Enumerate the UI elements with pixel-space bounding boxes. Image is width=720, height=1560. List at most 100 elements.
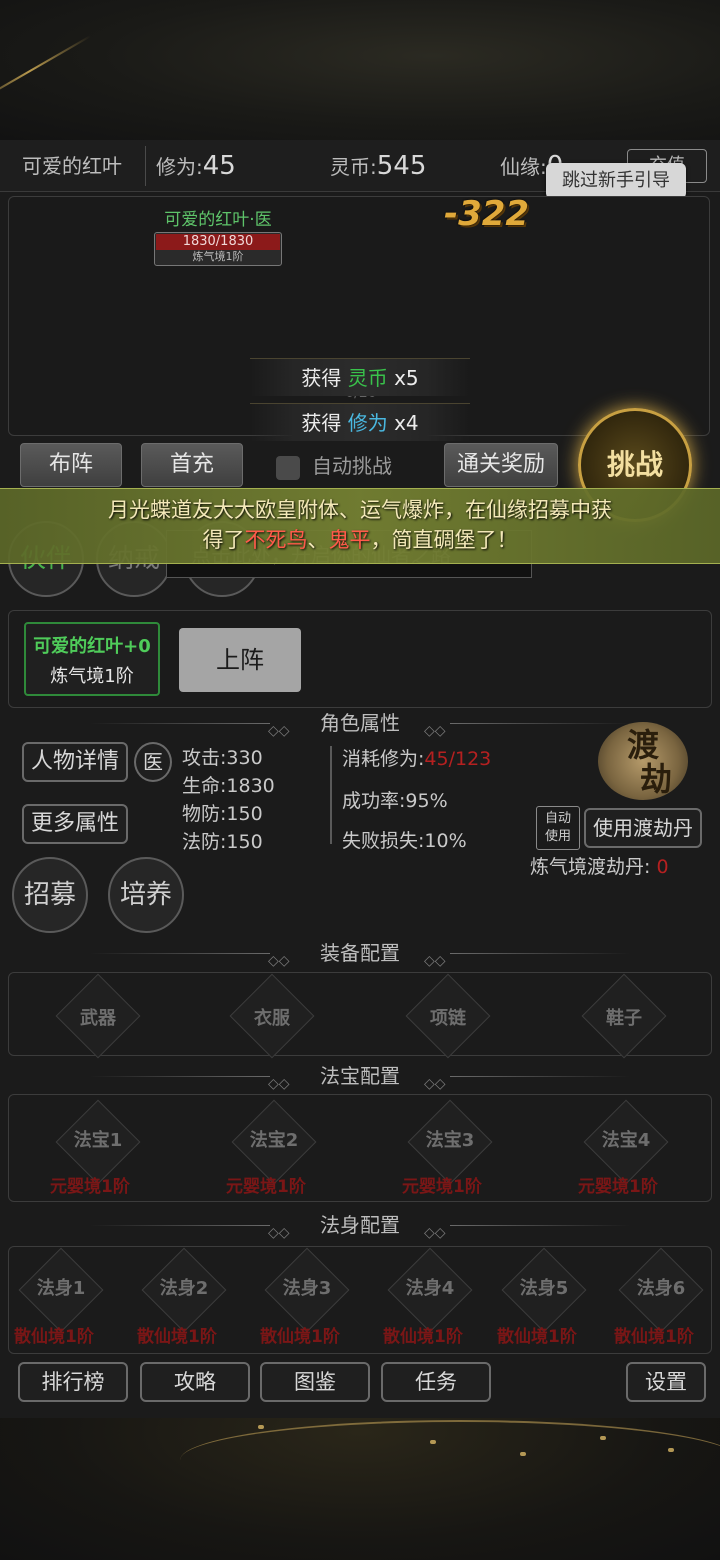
ranking-button[interactable]: 排行榜 (18, 1362, 128, 1402)
stat-mdef: 法防:150 (182, 831, 263, 853)
diamond-icon: ◇◇ (424, 723, 446, 739)
tribulation-button[interactable]: 渡 劫 (598, 722, 688, 800)
slot-requirement: 元婴境1阶 (226, 1177, 306, 1197)
avatar-body-slot[interactable]: 法身4 散仙境1阶 (383, 1247, 477, 1347)
slot-label: 法宝2 (249, 1130, 299, 1151)
avatar-body-slot[interactable]: 法身2 散仙境1阶 (137, 1247, 231, 1347)
auto-use-label: 使用 (544, 829, 571, 844)
slot-label: 法宝3 (425, 1130, 475, 1151)
stat-hp: 生命:1830 (182, 775, 275, 797)
slot-requirement: 散仙境1阶 (260, 1327, 340, 1347)
treasure-slot[interactable]: 法宝4 元婴境1阶 (578, 1099, 674, 1197)
gold-fleck (520, 1452, 526, 1456)
header-line (450, 723, 630, 724)
character-detail-button[interactable]: 人物详情 (22, 742, 128, 782)
hero-card: 可爱的红叶·医 1830/1830 炼气境1阶 (154, 208, 282, 266)
slot-label: 项链 (430, 1008, 466, 1029)
broadcast-line-1: 月光蝶道友大大欧皇附体、运气爆炸，在仙缘招募中获 (108, 498, 612, 522)
tribulation-char: 劫 (639, 760, 672, 798)
first-recharge-button[interactable]: 首充 (141, 443, 243, 487)
reward-item: 灵币 (347, 366, 388, 390)
reward-popup-coin: 获得 灵币 x5 (250, 358, 470, 396)
header-line (90, 723, 270, 724)
slot-label: 法身4 (405, 1278, 455, 1299)
gold-fleck (600, 1436, 606, 1440)
slot-label: 法身3 (282, 1278, 332, 1299)
tasks-button[interactable]: 任务 (381, 1362, 491, 1402)
hero-status-box: 1830/1830 炼气境1阶 (154, 232, 282, 266)
avatar-body-slot[interactable]: 法身1 散仙境1阶 (14, 1247, 108, 1347)
broadcast-text: ，简直碉堡了！ (370, 528, 518, 552)
equipment-slot-clothes[interactable]: 衣服 (229, 973, 315, 1059)
reward-qty: x5 (394, 366, 419, 390)
spirit-coin-stat: 灵币:545 (330, 140, 426, 192)
attributes-title: 角色属性 (320, 711, 400, 735)
companion-realm: 炼气境1阶 (50, 666, 134, 687)
pill-count: 炼气境渡劫丹: 0 (530, 852, 669, 879)
divider (145, 146, 146, 186)
stat-cost: 消耗修为:45/123 (342, 744, 491, 771)
diamond-icon: ◇◇ (268, 1225, 290, 1241)
equipment-slot-necklace[interactable]: 项链 (405, 973, 491, 1059)
slot-label: 法身6 (636, 1278, 686, 1299)
slot-requirement: 元婴境1阶 (402, 1177, 482, 1197)
reward-item: 修为 (347, 411, 388, 435)
slot-requirement: 元婴境1阶 (578, 1177, 658, 1197)
treasure-slot[interactable]: 法宝1 元婴境1阶 (50, 1099, 146, 1197)
slot-label: 法宝4 (601, 1130, 651, 1151)
auto-challenge-toggle[interactable]: 自动挑战 (276, 448, 392, 484)
companion-name: 可爱的红叶+0 (33, 636, 151, 657)
avatar-body-slot[interactable]: 法身5 散仙境1阶 (497, 1247, 591, 1347)
cultivation-value: 45 (202, 151, 236, 181)
equipment-header: ◇◇ 装备配置 ◇◇ (0, 938, 720, 969)
class-badge: 医 (134, 742, 172, 782)
reward-qty: x4 (394, 411, 419, 435)
slot-label: 鞋子 (606, 1008, 642, 1029)
equipment-slot-shoes[interactable]: 鞋子 (581, 973, 667, 1059)
spirit-coin-value: 545 (376, 151, 427, 181)
reward-prefix: 获得 (301, 366, 342, 390)
hero-hp-bar: 1830/1830 (156, 234, 280, 250)
companion-card[interactable]: 可爱的红叶+0 炼气境1阶 (24, 622, 160, 696)
avatar-body-title: 法身配置 (320, 1213, 400, 1237)
slot-requirement: 散仙境1阶 (137, 1327, 217, 1347)
more-attributes-button[interactable]: 更多属性 (22, 804, 128, 844)
guide-button[interactable]: 攻略 (140, 1362, 250, 1402)
header-line (450, 1076, 630, 1077)
codex-button[interactable]: 图鉴 (260, 1362, 370, 1402)
avatar-body-slot[interactable]: 法身6 散仙境1阶 (614, 1247, 708, 1347)
pill-count-value: 0 (656, 856, 669, 878)
broadcast-banner: 月光蝶道友大大欧皇附体、运气爆炸，在仙缘招募中获 得了不死鸟、鬼平，简直碉堡了！ (0, 488, 720, 564)
treasure-slot[interactable]: 法宝2 元婴境1阶 (226, 1099, 322, 1197)
gold-arc-decoration (180, 1420, 720, 1500)
use-pill-button[interactable]: 使用渡劫丹 (584, 808, 702, 848)
skip-guide-button[interactable]: 跳过新手引导 (546, 163, 686, 199)
recruit-button[interactable]: 招募 (12, 857, 88, 933)
pill-label: 炼气境渡劫丹: (530, 856, 651, 878)
avatar-body-slot[interactable]: 法身3 散仙境1阶 (260, 1247, 354, 1347)
slot-requirement: 散仙境1阶 (497, 1327, 577, 1347)
slot-requirement: 散仙境1阶 (383, 1327, 463, 1347)
equipment-slot-weapon[interactable]: 武器 (55, 973, 141, 1059)
diamond-icon: ◇◇ (268, 723, 290, 739)
header-line (450, 953, 630, 954)
formation-button[interactable]: 布阵 (20, 443, 122, 487)
gold-fleck (668, 1448, 674, 1452)
treasure-slot[interactable]: 法宝3 元婴境1阶 (402, 1099, 498, 1197)
broadcast-item: 鬼平 (328, 528, 371, 552)
auto-use-label: 自动 (544, 811, 571, 826)
broadcast-text: 、 (307, 528, 329, 552)
auto-use-toggle[interactable]: 自动 使用 (536, 806, 580, 850)
settings-button[interactable]: 设置 (626, 1362, 706, 1402)
clear-reward-button[interactable]: 通关奖励 (444, 443, 558, 487)
header-line (450, 1225, 630, 1226)
train-button[interactable]: 培养 (108, 857, 184, 933)
deploy-button[interactable]: 上阵 (179, 628, 301, 692)
cultivation-stat: 修为:45 (156, 140, 236, 192)
cultivation-label: 修为: (156, 155, 203, 179)
player-name: 可爱的红叶 (22, 154, 122, 178)
hero-name: 可爱的红叶·医 (164, 210, 272, 230)
checkbox-icon[interactable] (276, 455, 300, 480)
cost-value: 45/123 (424, 748, 492, 770)
cost-label: 消耗修为: (342, 748, 425, 770)
